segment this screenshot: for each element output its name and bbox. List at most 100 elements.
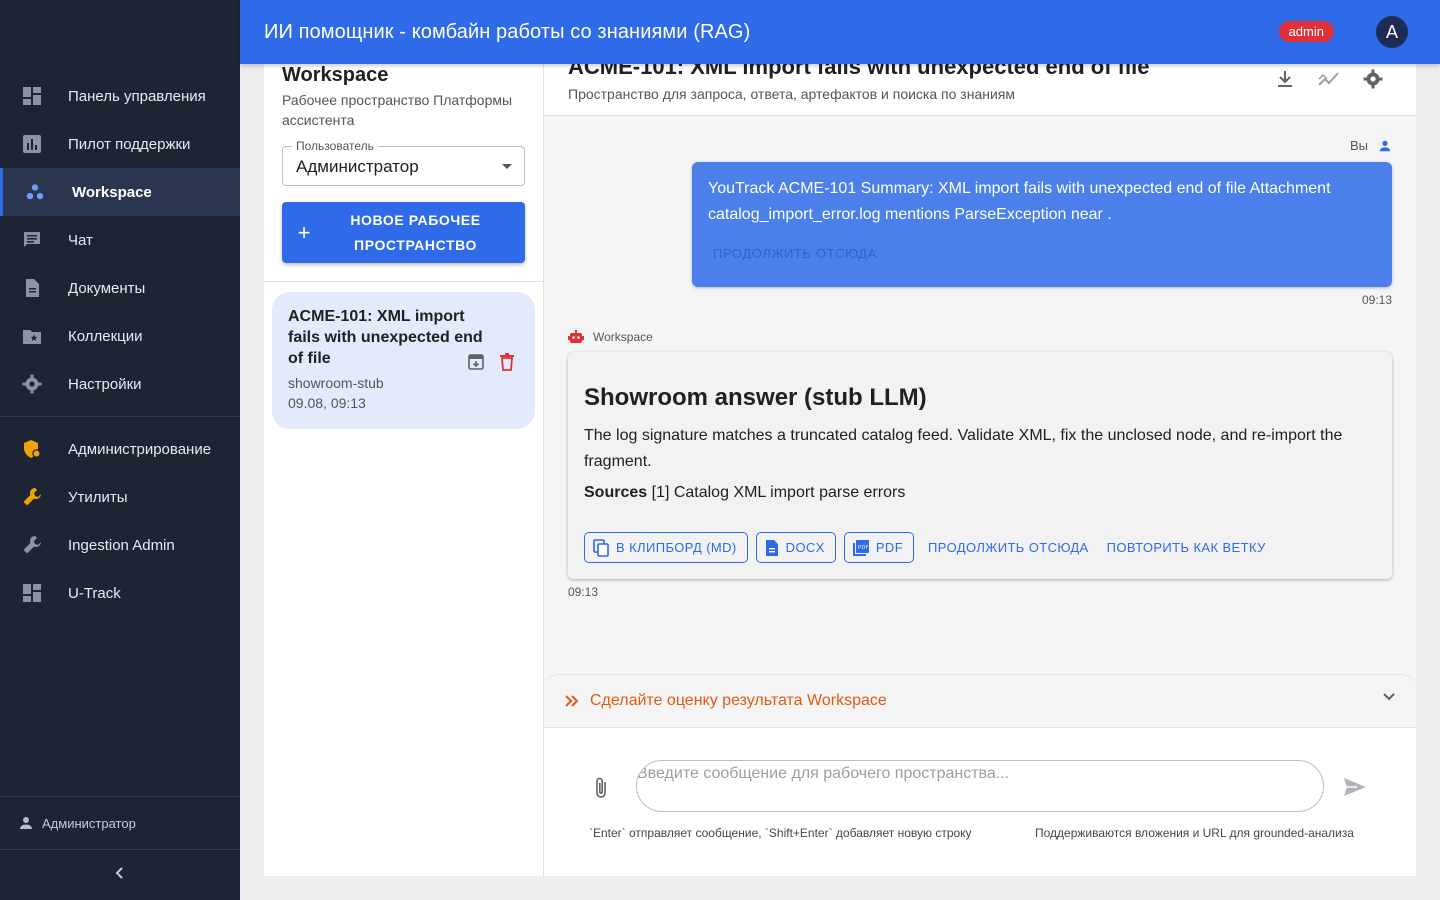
copy-to-clipboard-button[interactable]: В КЛИПБОРД (MD) [584, 532, 748, 563]
answer-actions: В КЛИПБОРД (MD) DOCX PDF PDF ПРОДОЛЖИТЬ … [584, 532, 1278, 563]
sources-text: [1] Catalog XML import parse errors [651, 484, 906, 501]
user-select[interactable]: Пользователь Администратор [282, 139, 525, 186]
svg-text:PDF: PDF [858, 545, 869, 551]
assistant-answer-card: Showroom answer (stub LLM) The log signa… [568, 352, 1392, 579]
dashboard-icon [22, 583, 42, 603]
chat-icon [22, 230, 42, 250]
keyboard-hint: `Enter` отправляет сообщение, `Shift+Ent… [589, 826, 972, 840]
new-workspace-button[interactable]: + НОВОЕ РАБОЧЕЕ ПРОСТРАНСТВО [282, 202, 525, 263]
divider [264, 281, 543, 282]
sidebar-item-label: Workspace [72, 183, 152, 201]
archive-icon[interactable] [467, 353, 485, 376]
user-message-header: Вы [1350, 138, 1392, 153]
gear-icon[interactable] [1360, 66, 1386, 92]
sidebar: Панель управления Пилот поддержки Worksp… [0, 0, 240, 900]
avatar[interactable]: A [1376, 16, 1408, 48]
bot-message-header: Workspace [568, 329, 653, 345]
sidebar-item-ingestion-admin[interactable]: Ingestion Admin [0, 521, 240, 569]
send-icon[interactable] [1343, 777, 1367, 797]
sidebar-divider [0, 416, 240, 417]
workspace-item-title: ACME-101: XML import fails with unexpect… [288, 308, 483, 367]
message-input[interactable] [636, 760, 1324, 812]
user-label: Вы [1349, 138, 1368, 153]
answer-title: Showroom answer (stub LLM) [584, 384, 927, 411]
wrench-icon [22, 535, 42, 555]
export-pdf-label: PDF [875, 540, 904, 555]
sidebar-item-label: Чат [68, 231, 93, 249]
gear-icon [22, 374, 42, 394]
double-chevron-right-icon [564, 694, 580, 708]
person-icon [18, 815, 34, 831]
sidebar-item-label: U-Track [68, 584, 121, 602]
copy-to-clipboard-label: В КЛИПБОРД (MD) [616, 540, 737, 555]
pdf-icon: PDF [852, 539, 869, 556]
app-header: ИИ помощник - комбайн работы со знаниями… [240, 0, 1440, 64]
workspace-panel: Workspace Рабочее пространство Платформы… [264, 64, 544, 876]
document-icon [765, 539, 779, 556]
plus-icon: + [297, 219, 311, 245]
delete-icon[interactable] [499, 353, 515, 376]
new-workspace-label: НОВОЕ РАБОЧЕЕ ПРОСТРАНСТВО [350, 211, 481, 253]
continue-from-here-button[interactable]: ПРОДОЛЖИТЬ ОТСЮДА [713, 246, 877, 261]
export-docx-button[interactable]: DOCX [755, 532, 836, 563]
document-icon [22, 278, 42, 298]
user-select-value: Администратор [296, 157, 419, 176]
folder-star-icon [22, 326, 42, 346]
answer-text: The log signature matches a truncated ca… [584, 427, 1343, 470]
admin-shield-icon [22, 439, 42, 459]
app-title: ИИ помощник - комбайн работы со знаниями… [264, 20, 751, 43]
user-message-bubble: YouTrack ACME-101 Summary: XML import fa… [692, 162, 1392, 287]
wrench-icon [22, 487, 42, 507]
copy-icon [593, 538, 609, 557]
sidebar-item-label: Утилиты [68, 488, 128, 506]
export-pdf-button[interactable]: PDF PDF [843, 532, 915, 563]
attachments-hint: Поддерживаются вложения и URL для ground… [1035, 826, 1354, 840]
sidebar-item-chat[interactable]: Чат [0, 216, 240, 264]
sidebar-item-documents[interactable]: Документы [0, 264, 240, 312]
chat-header: ACME-101: XML import fails with unexpect… [544, 64, 1416, 116]
message-timestamp: 09:13 [568, 585, 599, 599]
sidebar-item-label: Ingestion Admin [68, 536, 175, 554]
sidebar-item-label: Пилот поддержки [68, 135, 191, 153]
dashboard-icon [22, 86, 42, 106]
continue-from-here-button[interactable]: ПРОДОЛЖИТЬ ОТСЮДА [928, 540, 1089, 555]
export-docx-label: DOCX [785, 540, 825, 555]
sidebar-item-collections[interactable]: Коллекции [0, 312, 240, 360]
dropdown-arrow-icon [502, 164, 512, 169]
chevron-left-icon [114, 866, 126, 885]
sidebar-item-label: Администрирование [68, 440, 212, 458]
sidebar-item-label: Коллекции [68, 327, 143, 345]
sidebar-item-label: Настройки [68, 375, 142, 393]
sidebar-item-dashboard[interactable]: Панель управления [0, 72, 240, 120]
rate-result-label: Сделайте оценку результата Workspace [590, 692, 887, 709]
rate-result-panel[interactable]: Сделайте оценку результата Workspace [544, 674, 1416, 728]
sidebar-item-settings[interactable]: Настройки [0, 360, 240, 408]
retry-as-branch-button[interactable]: ПОВТОРИТЬ КАК ВЕТКУ [1107, 540, 1266, 555]
chevron-down-icon[interactable] [1382, 692, 1396, 702]
sidebar-user[interactable]: Администратор [0, 796, 240, 850]
sources-label: Sources [584, 484, 648, 501]
sidebar-item-utilities[interactable]: Утилиты [0, 473, 240, 521]
analytics-icon[interactable] [1316, 66, 1342, 92]
role-badge: admin [1278, 21, 1334, 42]
sidebar-item-u-track[interactable]: U-Track [0, 569, 240, 617]
user-select-label: Пользователь [292, 139, 378, 153]
sidebar-item-support-pilot[interactable]: Пилот поддержки [0, 120, 240, 168]
sidebar-item-workspace[interactable]: Workspace [0, 168, 240, 216]
workspace-list-item[interactable]: ACME-101: XML import fails with unexpect… [272, 292, 535, 429]
bar-chart-icon [22, 134, 42, 154]
attach-icon[interactable] [594, 776, 608, 800]
message-timestamp: 09:13 [1361, 293, 1392, 307]
user-message-text: YouTrack ACME-101 Summary: XML import fa… [708, 180, 1331, 223]
robot-icon [568, 329, 584, 345]
workspace-panel-subtitle: Рабочее пространство Платформы ассистент… [282, 92, 513, 128]
chat-subtitle: Пространство для запроса, ответа, артефа… [568, 86, 1015, 102]
sidebar-item-administration[interactable]: Администрирование [0, 425, 240, 473]
chat-title: ACME-101: XML import fails with unexpect… [568, 64, 1150, 79]
collapse-sidebar-button[interactable] [0, 850, 240, 900]
answer-sources: Sources [1] Catalog XML import parse err… [584, 484, 905, 502]
download-icon[interactable] [1272, 66, 1298, 92]
sidebar-nav: Панель управления Пилот поддержки Worksp… [0, 72, 240, 617]
sidebar-user-name: Администратор [42, 815, 136, 831]
workspace-panel-title: Workspace [282, 64, 389, 86]
